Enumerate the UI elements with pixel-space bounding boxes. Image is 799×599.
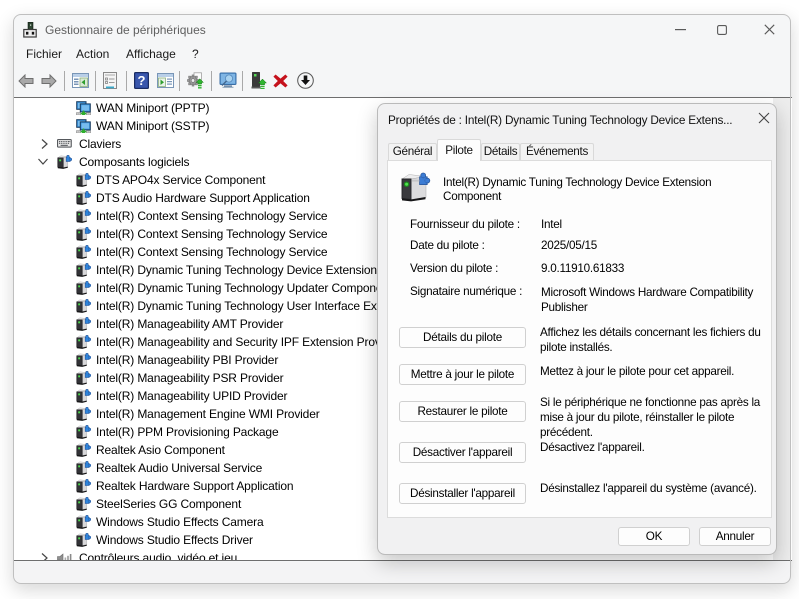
svg-text:?: ?: [138, 73, 146, 88]
